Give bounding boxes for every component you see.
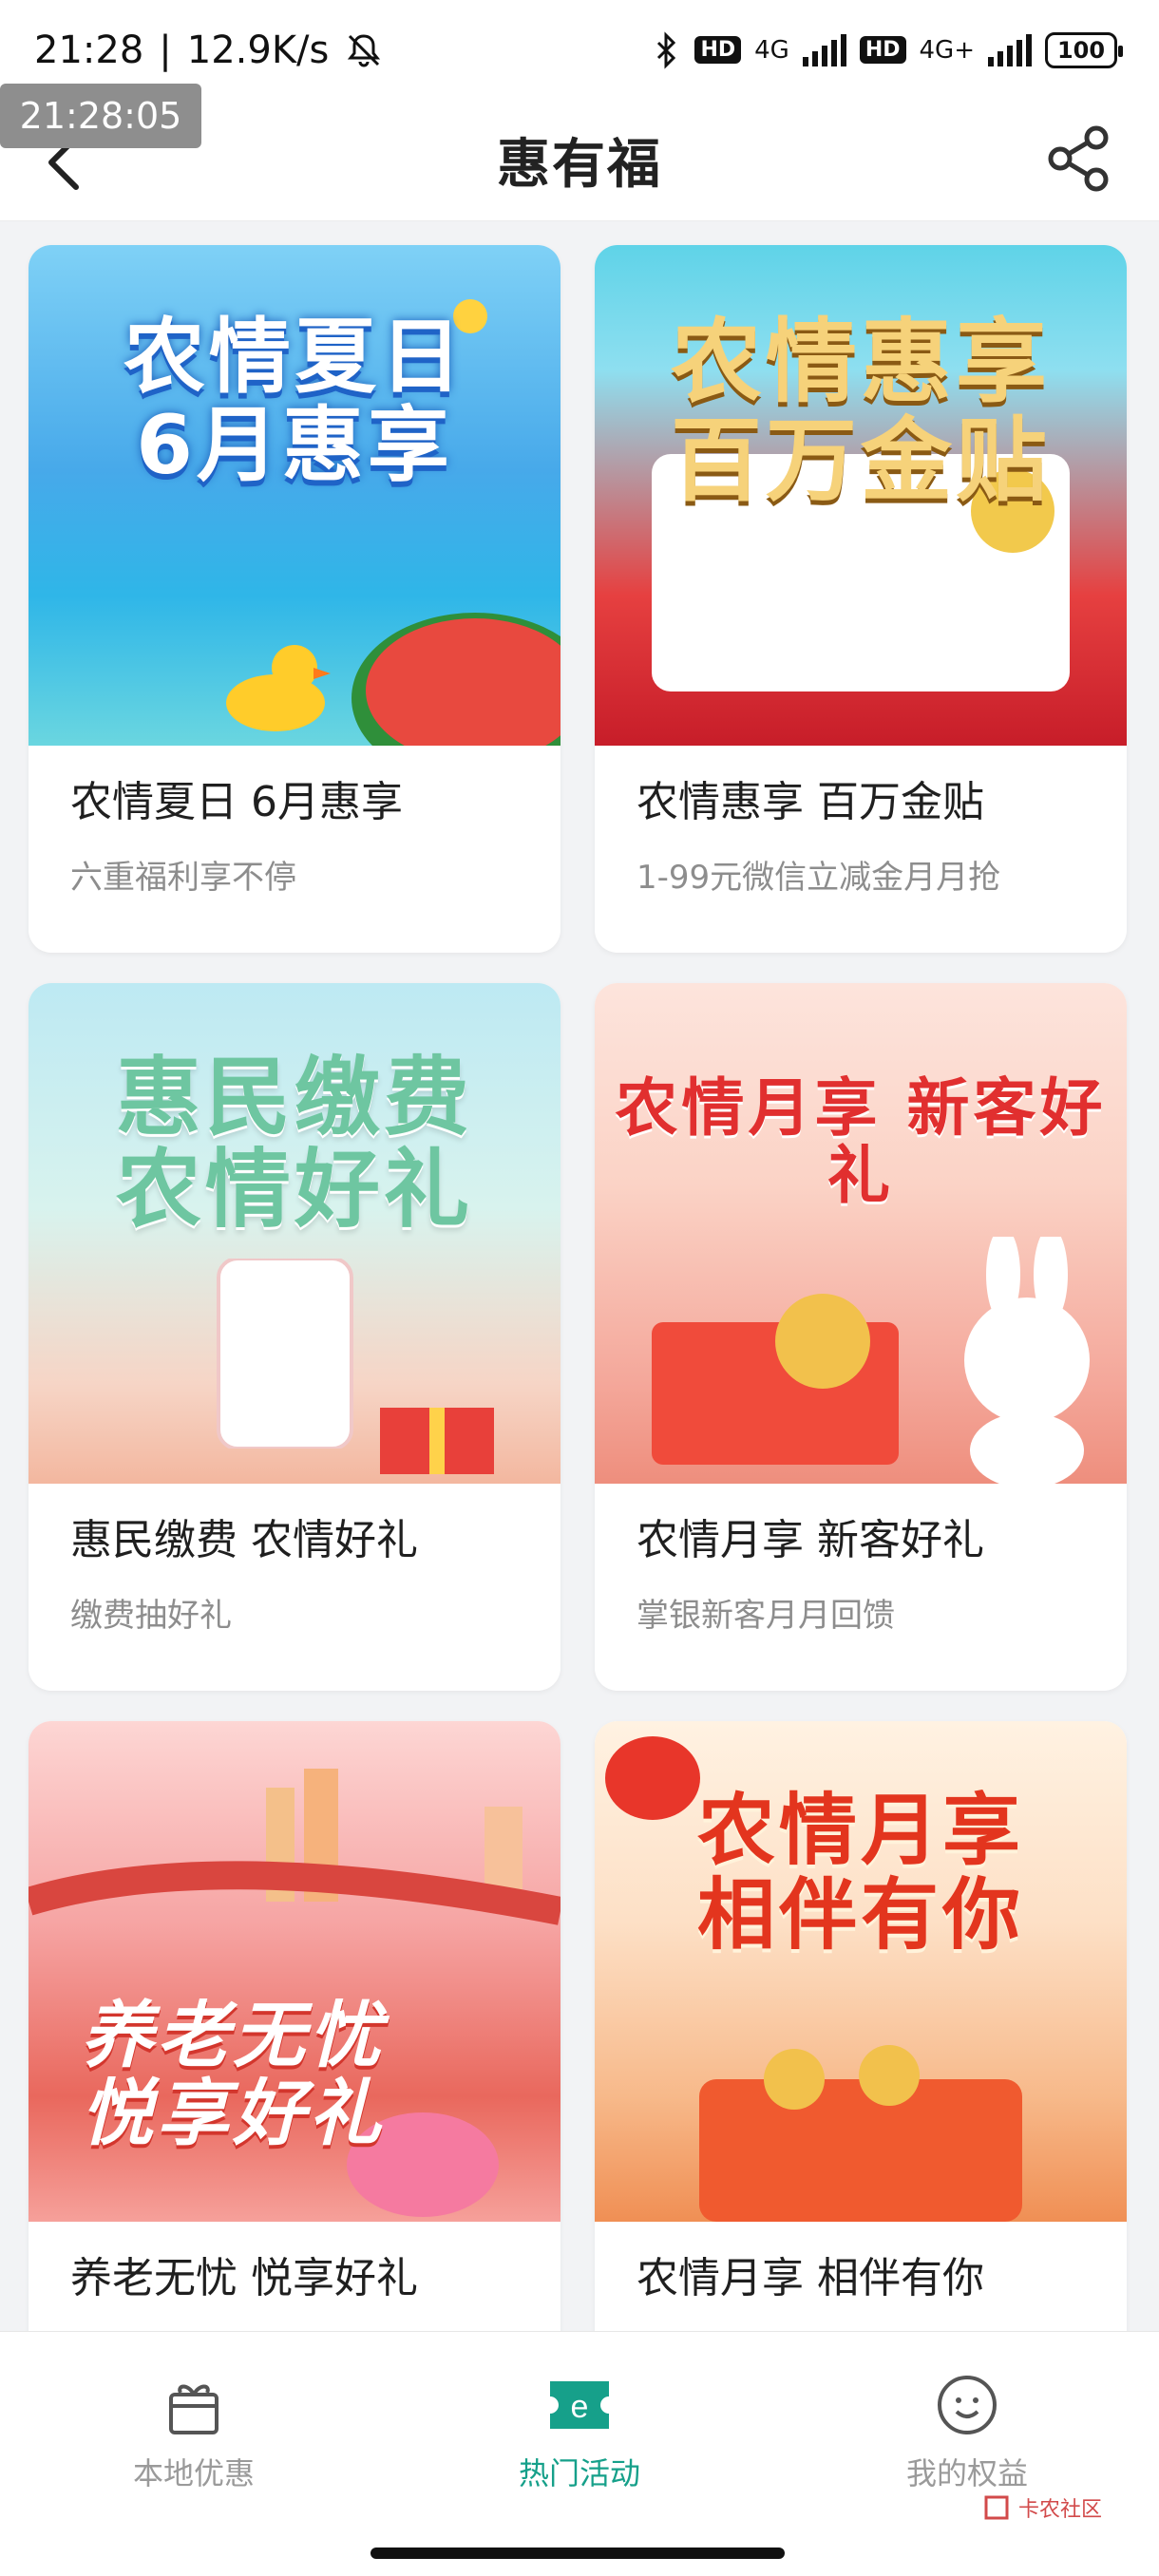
banner-art-text-2: 农情惠享 百万金贴	[671, 309, 1051, 514]
gift-icon	[169, 2384, 218, 2434]
bluetooth-icon	[657, 30, 676, 69]
share-button[interactable]	[1041, 121, 1117, 197]
activity-card-pension[interactable]: 养老无忧 悦享好礼 养老无忧 悦享好礼	[28, 1721, 560, 2429]
bottom-tab-bar: 本地优惠 e 热门活动 我的权益	[0, 2331, 1159, 2576]
banner-art-text-6: 农情月享 相伴有你	[696, 1786, 1024, 1960]
activity-banner-pension: 养老无忧 悦享好礼	[28, 1721, 560, 2222]
tab-hot-activities[interactable]: e 热门活动	[456, 2374, 703, 2493]
duck-illustration	[226, 645, 331, 731]
watermelon-illustration	[352, 613, 560, 746]
gift-box-illustration	[380, 1408, 494, 1474]
card-title: 农情夏日 6月惠享	[70, 778, 403, 826]
watermark-text: 卡农社区	[1017, 2498, 1102, 2522]
hd-badge-2: HD	[859, 36, 906, 64]
city-road-illustration	[28, 1769, 560, 1925]
card-subtitle: 1-99元微信立减金月月抢	[636, 859, 1001, 897]
card-title: 农情月享 相伴有你	[636, 2254, 984, 2302]
status-separator: |	[159, 28, 172, 72]
card-body: 农情惠享 百万金贴 1-99元微信立减金月月抢	[595, 746, 1127, 900]
red-box-illustration	[652, 1294, 899, 1465]
activity-banner-payroll: 农情月享 相伴有你	[595, 1721, 1127, 2222]
tab-local-offers[interactable]: 本地优惠	[70, 2374, 317, 2493]
network-speed: 12.9K/s	[186, 28, 330, 72]
banner-art-text-3: 惠民缴费 农情好礼	[116, 1048, 473, 1241]
card-subtitle: 缴费抽好礼	[70, 1597, 232, 1635]
card-title: 农情惠享 百万金贴	[636, 778, 984, 826]
svg-text:e: e	[571, 2389, 589, 2425]
hd-badge-1: HD	[694, 36, 742, 64]
card-title: 惠民缴费 农情好礼	[70, 1516, 418, 1564]
tab-label: 热门活动	[518, 2455, 640, 2491]
activity-banner-bill-payment: 惠民缴费 农情好礼	[28, 983, 560, 1484]
activity-card-gold-subsidy[interactable]: 农情惠享 百万金贴 农情惠享 百万金贴 1-99元微信立减金月月抢	[595, 245, 1127, 953]
tab-my-benefits[interactable]: 我的权益	[844, 2374, 1091, 2493]
status-left: 21:28 | 12.9K/s	[34, 28, 384, 72]
banner-art-text-5: 养老无忧 悦享好礼	[81, 1993, 385, 2156]
ticket-e-icon: e	[550, 2381, 609, 2429]
card-body: 农情月享 新客好礼 掌银新客月月回馈	[595, 1484, 1127, 1638]
network-type-1: 4G	[754, 35, 789, 65]
activity-grid: 农情夏日 6月惠享 农情夏日 6月惠享 六重福利享不停 农情惠享 百万金贴 农情…	[28, 245, 1130, 2429]
page-title: 惠有福	[497, 134, 662, 196]
activity-card-new-customer[interactable]: 农情月享 新客好礼 农情月享 新客好礼 掌银新客月月回馈	[595, 983, 1127, 1691]
activity-card-payroll[interactable]: 农情月享 相伴有你 农情月享 相伴有你	[595, 1721, 1127, 2429]
tab-label: 本地优惠	[132, 2455, 255, 2491]
card-body: 农情月享 相伴有你	[595, 2222, 1127, 2307]
network-type-2: 4G+	[919, 35, 975, 65]
screenshot-time-overlay: 21:28:05	[0, 84, 201, 148]
phone-illustration	[217, 1259, 353, 1449]
banner-art-text-1: 农情夏日 6月惠享	[124, 310, 466, 493]
card-title: 农情月享 新客好礼	[636, 1516, 984, 1564]
share-icon	[1048, 125, 1109, 192]
battery-icon: 100	[1045, 31, 1123, 68]
signal-icon-1	[802, 33, 846, 66]
activity-banner-new-customer: 农情月享 新客好礼	[595, 983, 1127, 1484]
card-body: 养老无忧 悦享好礼	[28, 2222, 560, 2307]
lantern-illustration	[605, 1736, 700, 1820]
rabbit-mascot-illustration	[964, 1237, 1090, 1484]
signal-icon-2	[988, 33, 1032, 66]
activity-banner-gold-subsidy: 农情惠享 百万金贴	[595, 245, 1127, 746]
watermark-logo-icon	[984, 2495, 1009, 2520]
card-title: 养老无忧 悦享好礼	[70, 2254, 418, 2302]
card-body: 农情夏日 6月惠享 六重福利享不停	[28, 746, 560, 900]
watermark: 卡农社区	[982, 2492, 1102, 2523]
activity-card-bill-payment[interactable]: 惠民缴费 农情好礼 惠民缴费 农情好礼 缴费抽好礼	[28, 983, 560, 1691]
status-time: 21:28	[34, 28, 144, 72]
treasure-box-illustration	[699, 2045, 1022, 2222]
activity-card-summer[interactable]: 农情夏日 6月惠享 农情夏日 6月惠享 六重福利享不停	[28, 245, 560, 953]
activity-banner-summer: 农情夏日 6月惠享	[28, 245, 560, 746]
banner-art-text-4: 农情月享 新客好礼	[615, 1071, 1107, 1213]
smile-icon	[938, 2376, 997, 2434]
status-right: HD 4G HD 4G+ 100	[653, 30, 1123, 69]
card-body: 惠民缴费 农情好礼 缴费抽好礼	[28, 1484, 560, 1638]
mute-bell-icon	[348, 33, 381, 66]
card-subtitle: 六重福利享不停	[70, 859, 296, 897]
tab-label: 我的权益	[905, 2455, 1028, 2491]
card-subtitle: 掌银新客月月回馈	[636, 1597, 895, 1635]
home-indicator[interactable]	[370, 2548, 785, 2559]
